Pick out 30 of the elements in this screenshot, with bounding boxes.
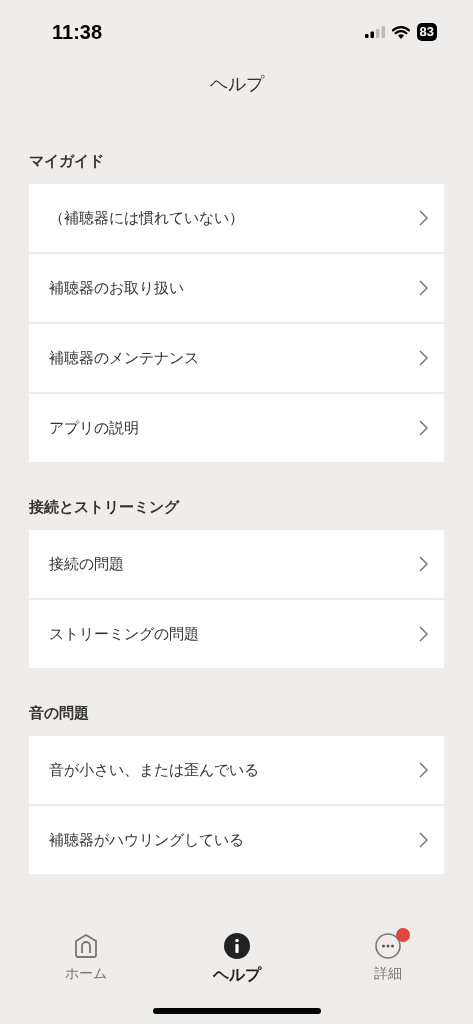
chevron-right-icon: [419, 280, 428, 296]
chevron-right-icon: [419, 626, 428, 642]
help-list-item[interactable]: ストリーミングの問題: [29, 600, 444, 668]
help-list-item[interactable]: アプリの説明: [29, 394, 444, 462]
help-list-item[interactable]: 補聴器のお取り扱い: [29, 254, 444, 322]
chevron-right-icon: [419, 556, 428, 572]
status-time: 11:38: [52, 20, 103, 44]
section-heading: マイガイド: [29, 151, 105, 172]
page-title: ヘルプ: [209, 72, 264, 96]
chevron-right-icon: [419, 350, 428, 366]
chevron-right-icon: [419, 832, 428, 848]
tab-bar-item[interactable]: ホーム: [35, 925, 136, 986]
help-list-item[interactable]: 音が小さい、または歪んでいる: [29, 736, 444, 804]
help-list-item[interactable]: （補聴器には慣れていない）: [29, 184, 444, 252]
chevron-right-icon: [419, 210, 428, 226]
signal-icon: [364, 26, 385, 38]
chevron-right-icon: [419, 762, 428, 778]
more-icon: [374, 933, 401, 959]
info-icon: [223, 933, 250, 959]
tab-bar-item[interactable]: ヘルプ: [186, 925, 287, 986]
wifi-icon: [391, 25, 410, 39]
tab-bar-item[interactable]: 詳細: [337, 925, 438, 986]
section-heading: 接続とストリーミング: [29, 497, 181, 518]
section-heading: 音の問題: [29, 703, 90, 724]
battery-indicator: 83: [416, 23, 437, 41]
help-list-item[interactable]: 補聴器がハウリングしている: [29, 806, 444, 874]
help-list-item[interactable]: 補聴器のメンテナンス: [29, 324, 444, 392]
home-icon: [72, 933, 99, 959]
help-list-item[interactable]: 接続の問題: [29, 530, 444, 598]
chevron-right-icon: [419, 420, 428, 436]
